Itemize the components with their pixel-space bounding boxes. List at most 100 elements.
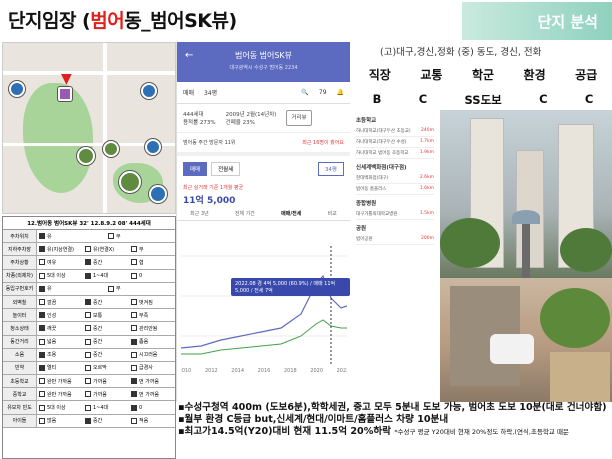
checkbox[interactable] (131, 246, 137, 253)
map-marker[interactable] (103, 141, 119, 157)
segment-trade[interactable]: 매매 (183, 162, 208, 176)
checkbox[interactable] (39, 325, 45, 332)
checklist-option[interactable]: 좁음 (129, 338, 175, 345)
amenity-item[interactable]: 대구가톨릭대학교병원 1.5km (356, 209, 434, 220)
search-icon[interactable]: 🔍 (301, 89, 308, 96)
checklist-option[interactable]: 완만 가까움 (37, 391, 83, 398)
checklist-option[interactable]: 많음 (37, 417, 83, 424)
visit-recent-link[interactable]: 최근 16명이 봤어요 (302, 139, 344, 146)
amenity-item[interactable]: 하나대학교 범어동 초등학교 1.9km (356, 148, 434, 159)
checkbox[interactable] (85, 259, 91, 266)
checkbox[interactable] (131, 417, 137, 424)
checklist-option[interactable]: 시끄러움 (129, 351, 175, 358)
checklist-option[interactable]: 넓음 (37, 338, 83, 345)
checkbox[interactable] (85, 378, 91, 385)
checkbox[interactable] (85, 299, 91, 306)
checklist-option[interactable]: 무 (106, 233, 175, 240)
range-3y[interactable]: 최근 3년 (190, 210, 209, 217)
checkbox[interactable] (39, 351, 45, 358)
map-marker[interactable] (9, 81, 25, 97)
checkbox[interactable] (39, 338, 45, 345)
checkbox[interactable] (39, 391, 45, 398)
checklist-option[interactable]: 5대 이상 (37, 404, 83, 411)
checklist-option[interactable]: 1~4대 (83, 404, 129, 411)
checklist-option[interactable]: 유(연결X) (83, 246, 129, 253)
checkbox[interactable] (39, 312, 45, 319)
checklist-option[interactable]: 급경사 (129, 364, 175, 371)
checklist-option[interactable]: 깨끗 (37, 325, 83, 332)
checklist-option[interactable]: 중간 (83, 338, 129, 345)
checkbox[interactable] (39, 285, 45, 292)
tab-size[interactable]: 34평 (204, 88, 217, 97)
checkbox[interactable] (131, 378, 137, 385)
checkbox[interactable] (85, 338, 91, 345)
checkbox[interactable] (85, 404, 91, 411)
checkbox[interactable] (131, 351, 137, 358)
checklist-option[interactable]: 협 (129, 259, 175, 266)
checklist-option[interactable]: 중간 (83, 325, 129, 332)
checkbox[interactable] (131, 325, 137, 332)
map-marker[interactable] (119, 171, 141, 193)
checkbox[interactable] (131, 338, 137, 345)
checkbox[interactable] (131, 312, 137, 319)
checkbox[interactable] (85, 417, 91, 424)
map-view[interactable]: ▼ (2, 42, 176, 214)
checkbox[interactable] (131, 272, 137, 279)
checkbox[interactable] (131, 391, 137, 398)
checklist-option[interactable]: 5대 이상 (37, 272, 83, 279)
checkbox[interactable] (108, 285, 114, 292)
checkbox[interactable] (108, 233, 114, 240)
checklist-option[interactable]: 0 (129, 404, 175, 411)
checklist-option[interactable]: 먼 가까움 (129, 391, 175, 398)
map-marker[interactable] (141, 83, 157, 99)
checklist-option[interactable]: 중간 (83, 351, 129, 358)
range-all[interactable]: 전체 기간 (235, 210, 255, 217)
size-select[interactable]: 34평 (317, 162, 344, 176)
checkbox[interactable] (85, 391, 91, 398)
checklist-option[interactable]: 인성 (37, 312, 83, 319)
checkbox[interactable] (131, 259, 137, 266)
checkbox[interactable] (39, 233, 45, 240)
amenity-item[interactable]: 현대백화점(대구) 2.6km (356, 173, 434, 184)
checklist-option[interactable]: 중간 (83, 417, 129, 424)
checklist-option[interactable]: 깔끔 (37, 299, 83, 306)
checklist-option[interactable]: 가까움 (83, 378, 129, 385)
checkbox[interactable] (85, 246, 91, 253)
checkbox[interactable] (39, 259, 45, 266)
checklist-option[interactable]: 무 (106, 285, 175, 292)
checklist-option[interactable]: 조용 (37, 351, 83, 358)
map-marker[interactable] (77, 147, 95, 165)
checklist-option[interactable]: 1~4대 (83, 272, 129, 279)
amenity-item[interactable]: 범어공원 200m (356, 234, 434, 245)
checklist-option[interactable]: 벗겨짐 (129, 299, 175, 306)
range-compare[interactable]: 비교 (328, 210, 337, 217)
checklist-option[interactable]: 관리안됨 (129, 325, 175, 332)
checkbox[interactable] (85, 325, 91, 332)
tab-trade[interactable]: 매매 (183, 88, 194, 97)
tab-count[interactable]: 79 (319, 89, 327, 96)
checklist-option[interactable]: 유(지상연결) (37, 246, 83, 253)
amenity-item[interactable]: 하나대학교(대구두산 수성) 1.7km (356, 137, 434, 148)
segment-rent[interactable]: 전월세 (211, 162, 241, 176)
checklist-option[interactable]: 중간 (83, 259, 129, 266)
checklist-option[interactable]: 유 (37, 285, 106, 292)
checkbox[interactable] (131, 404, 137, 411)
checklist-option[interactable]: 엘티 (37, 364, 83, 371)
bell-icon[interactable]: 🔔 (337, 89, 344, 96)
selected-marker[interactable] (58, 87, 72, 101)
checklist-option[interactable]: 먼 가까움 (129, 378, 175, 385)
checkbox[interactable] (85, 351, 91, 358)
checkbox[interactable] (39, 246, 45, 253)
checklist-option[interactable]: 부족 (129, 312, 175, 319)
checklist-option[interactable]: 중간 (83, 299, 129, 306)
checkbox[interactable] (39, 378, 45, 385)
amenity-item[interactable]: 하나대학교(대구두산 초등교) 240m (356, 126, 434, 137)
checklist-option[interactable]: 가까움 (83, 391, 129, 398)
checkbox[interactable] (39, 404, 45, 411)
checkbox[interactable] (85, 364, 91, 371)
map-marker[interactable] (145, 139, 161, 155)
map-marker[interactable] (149, 185, 167, 203)
checklist-option[interactable]: 오르막 (83, 364, 129, 371)
price-chart[interactable]: 2010 2012 2014 2016 2018 2020 2022 (181, 236, 347, 376)
checkbox[interactable] (131, 299, 137, 306)
